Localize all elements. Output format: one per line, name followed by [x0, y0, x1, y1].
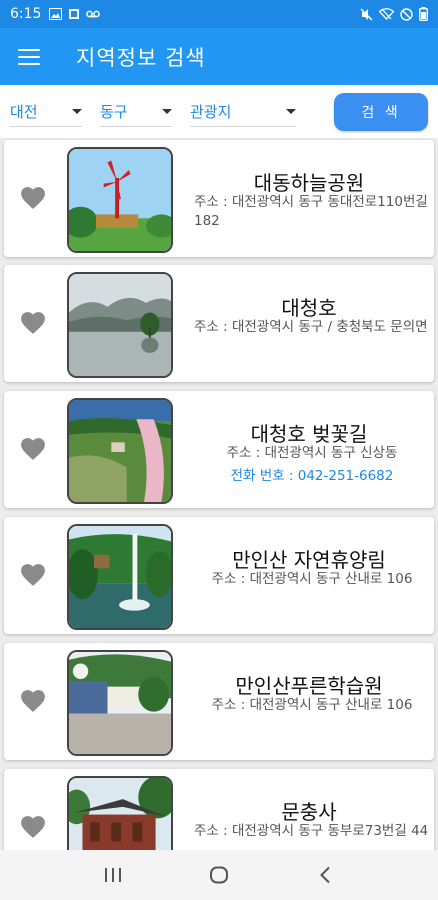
- do-not-disturb-icon: [400, 7, 413, 21]
- place-thumbnail: [67, 147, 173, 253]
- chevron-down-icon: [72, 108, 82, 114]
- image-icon: [49, 8, 63, 20]
- voicemail-icon: [86, 10, 101, 18]
- place-phone[interactable]: 전화 번호 : 042-251-6682: [194, 464, 430, 484]
- place-thumbnail: [67, 272, 173, 378]
- place-address: 주소 : 대전광역시 동구 산내로 106: [211, 697, 413, 713]
- heart-icon[interactable]: [20, 437, 46, 461]
- wifi-icon: [379, 8, 394, 20]
- heart-icon[interactable]: [20, 815, 46, 839]
- recent-apps-icon[interactable]: [93, 860, 133, 890]
- place-card[interactable]: 만인산 자연휴양림 주소 : 대전광역시 동구 산내로 106: [4, 517, 434, 634]
- place-card[interactable]: 대동하늘공원 주소 : 대전광역시 동구 동대전로110번길 182: [4, 140, 434, 257]
- city-dropdown-value: 대전: [10, 102, 38, 121]
- place-address: 주소 : 대전광역시 동구 동부로73번길 44: [194, 823, 429, 839]
- place-name: 대동하늘공원: [253, 171, 365, 195]
- place-card[interactable]: 만인산푸른학습원 주소 : 대전광역시 동구 산내로 106: [4, 643, 434, 760]
- status-time: 6:15: [10, 6, 42, 22]
- heart-icon[interactable]: [20, 186, 46, 210]
- category-dropdown[interactable]: 관광지: [190, 97, 296, 127]
- heart-icon[interactable]: [20, 311, 46, 335]
- heart-icon[interactable]: [20, 563, 46, 587]
- place-card[interactable]: 문충사 주소 : 대전광역시 동구 동부로73번길 44: [4, 769, 434, 850]
- mute-icon: [360, 8, 373, 20]
- place-name: 대청호: [281, 296, 337, 320]
- place-card[interactable]: 대청호 주소 : 대전광역시 동구 / 충청북도 문의면: [4, 265, 434, 382]
- chevron-down-icon: [162, 108, 172, 114]
- home-icon[interactable]: [199, 860, 239, 890]
- place-thumbnail: [67, 776, 173, 850]
- city-dropdown[interactable]: 대전: [10, 97, 82, 127]
- place-name: 만인산푸른학습원: [235, 674, 383, 698]
- place-card[interactable]: 대청호 벚꽃길 주소 : 대전광역시 동구 신상동 전화 번호 : 042-25…: [4, 391, 434, 508]
- place-thumbnail: [67, 398, 173, 504]
- district-dropdown[interactable]: 동구: [100, 97, 172, 127]
- place-name: 대청호 벚꽃길: [250, 422, 368, 446]
- chevron-down-icon: [286, 108, 296, 114]
- filter-bar: 대전 동구 관광지 검 색: [0, 85, 438, 138]
- navigation-bar: [0, 850, 438, 900]
- heart-icon[interactable]: [20, 689, 46, 713]
- box-icon: [69, 9, 80, 19]
- place-list[interactable]: 대동하늘공원 주소 : 대전광역시 동구 동대전로110번길 182 대청호 주…: [0, 138, 438, 850]
- district-dropdown-value: 동구: [100, 102, 128, 121]
- place-name: 만인산 자연휴양림: [232, 548, 386, 572]
- place-thumbnail: [67, 650, 173, 756]
- page-title: 지역정보 검색: [76, 45, 206, 70]
- place-address: 주소 : 대전광역시 동구 / 충청북도 문의면: [194, 319, 428, 335]
- search-button[interactable]: 검 색: [334, 92, 428, 131]
- place-address: 주소 : 대전광역시 동구 동대전로110번길 182: [194, 194, 428, 229]
- place-name: 문충사: [281, 800, 337, 824]
- place-address: 주소 : 대전광역시 동구 산내로 106: [211, 571, 413, 587]
- battery-icon: [419, 7, 428, 21]
- place-thumbnail: [67, 524, 173, 630]
- status-bar: 6:15: [0, 0, 438, 28]
- hamburger-menu-icon[interactable]: [18, 48, 40, 65]
- place-address: 주소 : 대전광역시 동구 신상동: [226, 445, 398, 461]
- category-dropdown-value: 관광지: [190, 102, 232, 121]
- back-icon[interactable]: [305, 860, 345, 890]
- app-bar: 지역정보 검색: [0, 28, 438, 85]
